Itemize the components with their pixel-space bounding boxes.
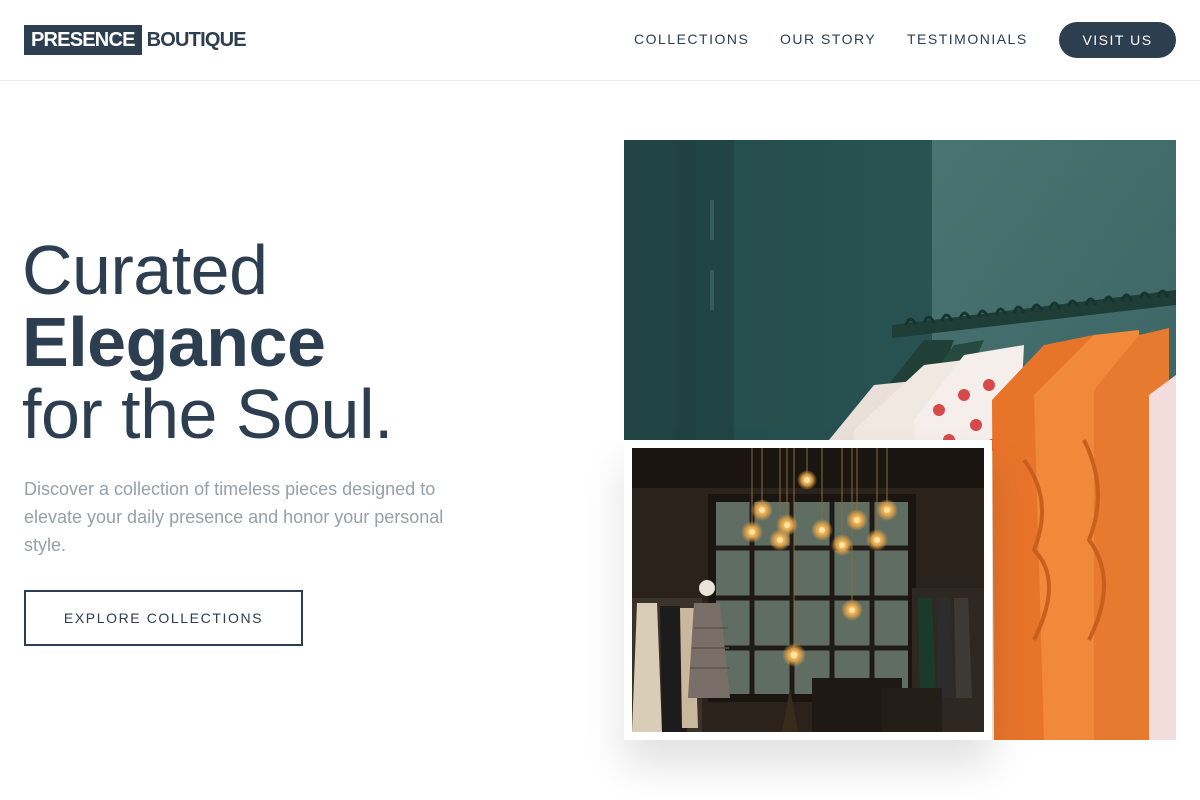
nav-link-collections[interactable]: COLLECTIONS (634, 31, 749, 47)
nav-link-our-story[interactable]: OUR STORY (780, 31, 876, 47)
explore-collections-button[interactable]: EXPLORE COLLECTIONS (24, 590, 303, 646)
brand-logo-highlight: PRESENCE (24, 25, 142, 55)
boutique-interior-illustration (632, 448, 984, 732)
hero-title-line-1: Curated (22, 231, 268, 309)
site-header: PRESENCE BOUTIQUE COLLECTIONS OUR STORY … (0, 0, 1200, 81)
visit-us-button[interactable]: VISIT US (1059, 22, 1176, 58)
boutique-interior-frame (624, 440, 992, 740)
brand-logo[interactable]: PRESENCE BOUTIQUE (24, 25, 247, 55)
hero-description: Discover a collection of timeless pieces… (24, 479, 444, 555)
hero-title: Curated Elegance for the Soul. (22, 234, 393, 450)
brand-logo-text: BOUTIQUE (146, 28, 247, 51)
boutique-interior-photo (632, 448, 984, 732)
nav-link-testimonials[interactable]: TESTIMONIALS (907, 31, 1028, 47)
hero-title-line-3: for the Soul. (22, 375, 393, 453)
hero-title-line-2: Elegance (22, 303, 326, 381)
